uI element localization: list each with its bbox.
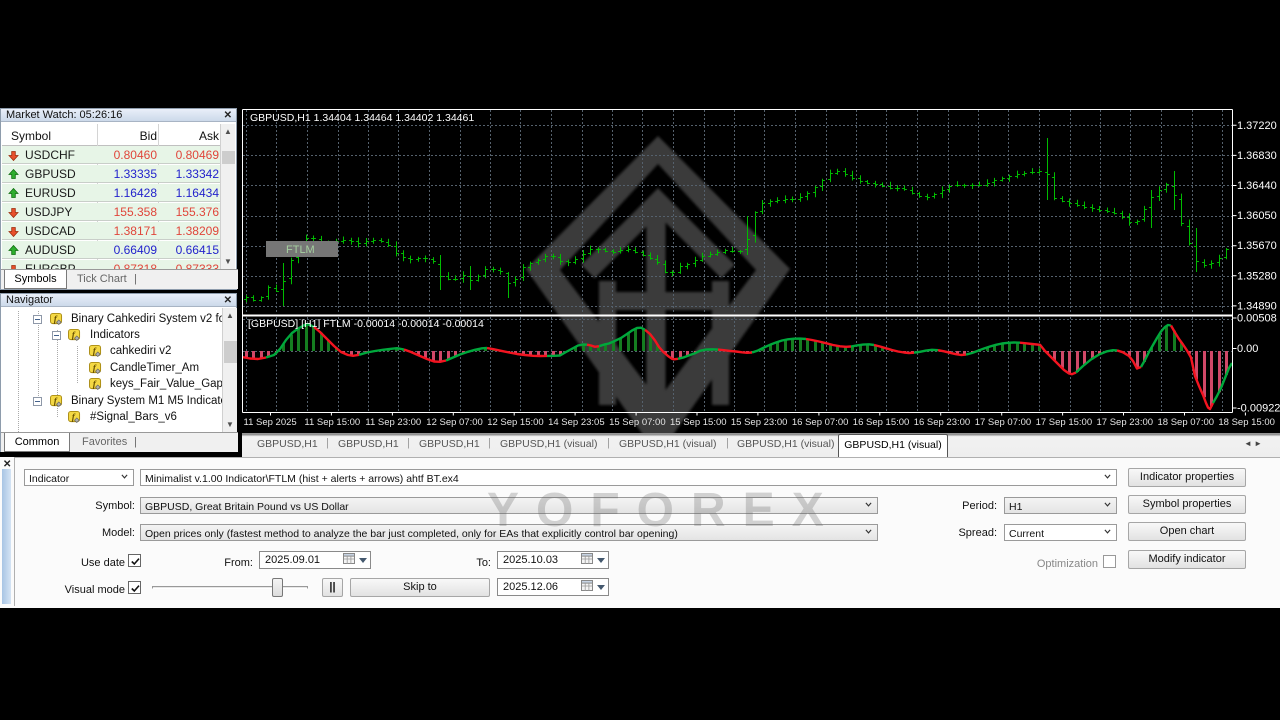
svg-text:14 Sep 23:05: 14 Sep 23:05: [548, 417, 605, 428]
svg-text:0.00: 0.00: [1237, 343, 1258, 355]
svg-text:1.37220: 1.37220: [1237, 120, 1277, 132]
svg-text:0.00508: 0.00508: [1237, 313, 1277, 325]
svg-text:1.35280: 1.35280: [1237, 270, 1277, 282]
svg-text:1.35670: 1.35670: [1237, 240, 1277, 252]
svg-text:1.36440: 1.36440: [1237, 180, 1277, 192]
svg-text:1.36830: 1.36830: [1237, 150, 1277, 162]
svg-text:12 Sep 07:00: 12 Sep 07:00: [426, 417, 483, 428]
svg-text:16 Sep 15:00: 16 Sep 15:00: [853, 417, 910, 428]
svg-text:17 Sep 15:00: 17 Sep 15:00: [1036, 417, 1093, 428]
svg-text:FTLM: FTLM: [286, 244, 315, 256]
svg-text:15 Sep 07:00: 15 Sep 07:00: [609, 417, 666, 428]
svg-text:11 Sep 23:00: 11 Sep 23:00: [365, 417, 421, 428]
svg-text:11 Sep 2025: 11 Sep 2025: [244, 417, 297, 428]
svg-text:-0.00922: -0.00922: [1237, 403, 1280, 415]
svg-text:18 Sep 15:00: 18 Sep 15:00: [1218, 417, 1275, 428]
svg-text:GBPUSD,H1 1.34404 1.34464 1.3: GBPUSD,H1 1.34404 1.34464 1.34402 1.3446…: [250, 112, 474, 124]
svg-text:12 Sep 15:00: 12 Sep 15:00: [487, 417, 544, 428]
svg-text:16 Sep 23:00: 16 Sep 23:00: [914, 417, 971, 428]
svg-text:15 Sep 23:00: 15 Sep 23:00: [731, 417, 788, 428]
svg-text:17 Sep 23:00: 17 Sep 23:00: [1097, 417, 1154, 428]
svg-text:17 Sep 07:00: 17 Sep 07:00: [975, 417, 1032, 428]
svg-text:1.34890: 1.34890: [1237, 300, 1277, 312]
svg-text:[GBPUSD] [H1] FTLM -0.00014 -0: [GBPUSD] [H1] FTLM -0.00014 -0.00014 -0.…: [248, 318, 484, 330]
svg-text:11 Sep 15:00: 11 Sep 15:00: [304, 417, 360, 428]
svg-text:18 Sep 07:00: 18 Sep 07:00: [1158, 417, 1215, 428]
svg-text:1.36050: 1.36050: [1237, 210, 1277, 222]
svg-text:16 Sep 07:00: 16 Sep 07:00: [792, 417, 849, 428]
svg-text:15 Sep 15:00: 15 Sep 15:00: [670, 417, 727, 428]
